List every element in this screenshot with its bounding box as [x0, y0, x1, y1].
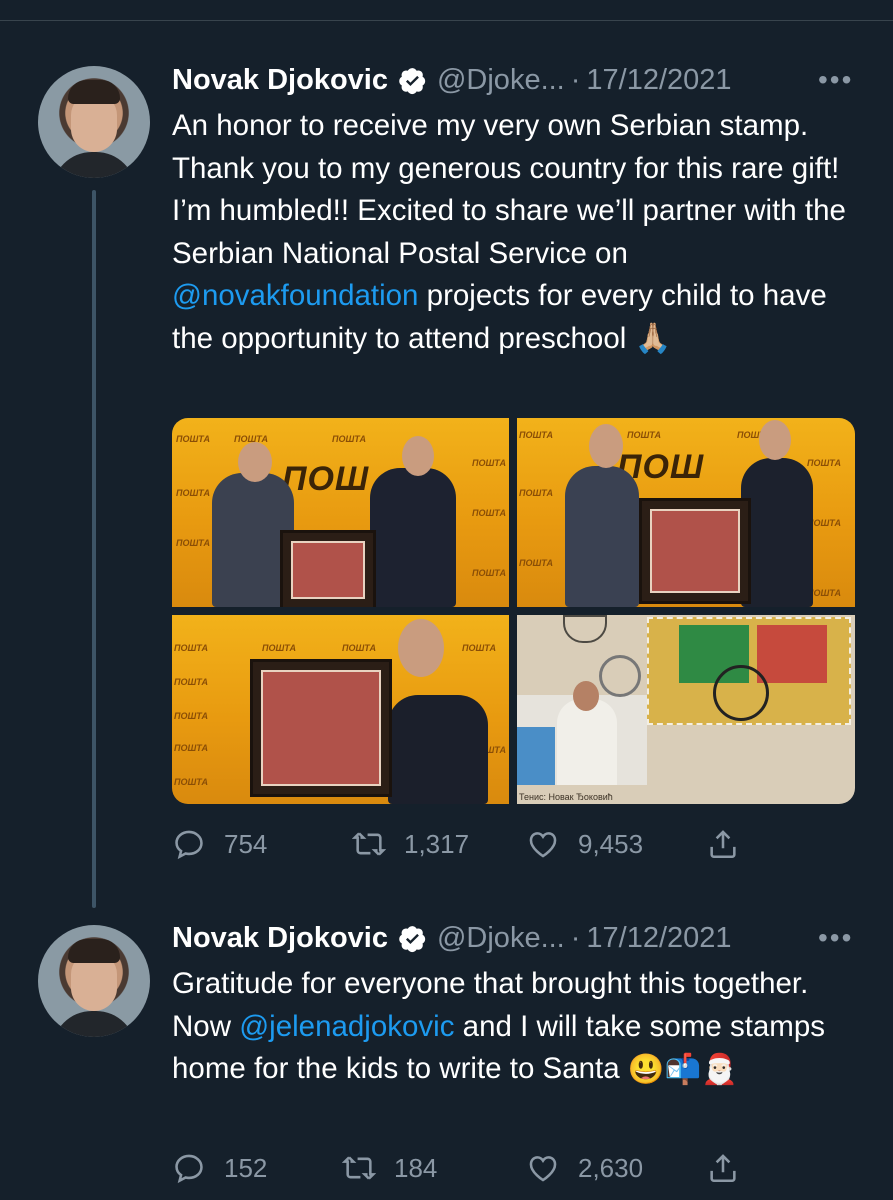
tweet-date[interactable]: 17/12/2021 — [586, 64, 731, 97]
retweet-button[interactable]: 184 — [342, 1148, 437, 1188]
brand-text: ПОШТА — [176, 488, 210, 498]
brand-text: ПОШТА — [174, 743, 208, 753]
tweet-actions: 152 184 2,630 — [172, 1148, 772, 1188]
mention-link[interactable]: @novakfoundation — [172, 279, 418, 312]
verified-badge-icon — [399, 67, 426, 94]
reply-button[interactable]: 754 — [172, 824, 267, 864]
tweet-text: Gratitude for everyone that brought this… — [172, 963, 872, 1091]
verified-badge-icon — [399, 925, 426, 952]
avatar[interactable] — [38, 925, 150, 1037]
retweet-icon — [352, 832, 386, 856]
more-icon[interactable]: ••• — [818, 64, 853, 96]
brand-text: ПОШТА — [262, 643, 296, 653]
reply-icon — [175, 1154, 203, 1184]
more-icon[interactable]: ••• — [818, 922, 853, 954]
tweet-header: Novak Djokovic @Djoke... · 17/12/2021 — [172, 60, 732, 100]
tweet-actions: 754 1,317 9,453 — [172, 824, 772, 864]
author-handle[interactable]: @Djoke... — [437, 922, 565, 955]
brand-text: ПОШТА — [174, 643, 208, 653]
brand-text: ПОШТА — [332, 434, 366, 444]
author-handle[interactable]: @Djoke... — [437, 64, 565, 97]
brand-text: ПОШТА — [176, 434, 210, 444]
reply-count: 754 — [224, 828, 268, 859]
media-grid: ПОШТА ПОШТА ПОШТА ПОШТА ПОШТА ПОШТА ПОШТ… — [172, 418, 855, 804]
reply-icon — [175, 830, 203, 860]
stamp-caption: Тенис: Новак Ђоковић — [519, 792, 613, 802]
share-button[interactable] — [706, 1148, 758, 1188]
brand-text: ПОШТА — [519, 430, 553, 440]
emoji-group: 😃📬🎅🏻 — [627, 1052, 739, 1086]
tweet-text: An honor to receive my very own Serbian … — [172, 105, 872, 361]
author-name[interactable]: Novak Djokovic — [172, 922, 388, 955]
photo-presentation[interactable]: ПОШТА ПОШТА ПОШТА ПОШТА ПОШТА ПОШТА ПОШТ… — [517, 418, 855, 607]
separator-dot: · — [570, 921, 581, 954]
brand-text: ПОШТА — [174, 711, 208, 721]
separator-dot: · — [570, 63, 581, 96]
like-count: 2,630 — [578, 1152, 644, 1183]
mention-link[interactable]: @jelenadjokovic — [239, 1010, 454, 1043]
share-icon — [710, 830, 736, 859]
reply-button[interactable]: 152 — [172, 1148, 267, 1188]
brand-text: ПОШТА — [462, 643, 496, 653]
tweet-header: Novak Djokovic @Djoke... · 17/12/2021 — [172, 918, 732, 958]
brand-text: ПОШТА — [342, 643, 376, 653]
brand-text: ПОШТА — [472, 508, 506, 518]
reply-count: 152 — [224, 1152, 268, 1183]
avatar[interactable] — [38, 66, 150, 178]
like-button[interactable]: 9,453 — [526, 824, 643, 864]
author-name[interactable]: Novak Djokovic — [172, 64, 388, 97]
share-button[interactable] — [706, 824, 758, 864]
like-icon — [529, 1156, 557, 1182]
photo-holding-frame[interactable]: ПОШТА ПОШТА ПОШТА ПОШТА ПОШТА ПОШТА ПОШТ… — [172, 615, 509, 804]
tweet-text-part: An honor to receive my very own Serbian … — [172, 109, 846, 270]
like-icon — [529, 832, 557, 858]
brand-logo: ПОШ — [282, 460, 370, 498]
retweet-button[interactable]: 1,317 — [352, 824, 469, 864]
like-button[interactable]: 2,630 — [526, 1148, 643, 1188]
tweet-date[interactable]: 17/12/2021 — [586, 922, 731, 955]
top-divider — [0, 20, 893, 21]
brand-text: ПОШТА — [176, 538, 210, 548]
brand-text: ПОШТА — [627, 430, 661, 440]
brand-text: ПОШТА — [519, 488, 553, 498]
like-count: 9,453 — [578, 828, 644, 859]
pray-emoji: 🙏🏼 — [634, 322, 672, 356]
photo-stamp-envelope[interactable]: Тенис: Новак Ђоковић — [517, 615, 855, 804]
brand-text: ПОШТА — [472, 568, 506, 578]
brand-text: ПОШТА — [519, 558, 553, 568]
brand-text: ПОШТА — [807, 458, 841, 468]
brand-text: ПОШТА — [174, 677, 208, 687]
retweet-count: 184 — [394, 1152, 438, 1183]
brand-text: ПОШТА — [472, 458, 506, 468]
photo-handshake[interactable]: ПОШТА ПОШТА ПОШТА ПОШТА ПОШТА ПОШТА ПОШТ… — [172, 418, 509, 607]
retweet-count: 1,317 — [404, 828, 470, 859]
retweet-icon — [342, 1156, 376, 1180]
brand-text: ПОШТА — [174, 777, 208, 787]
share-icon — [710, 1154, 736, 1183]
thread-connector-line — [92, 190, 96, 908]
